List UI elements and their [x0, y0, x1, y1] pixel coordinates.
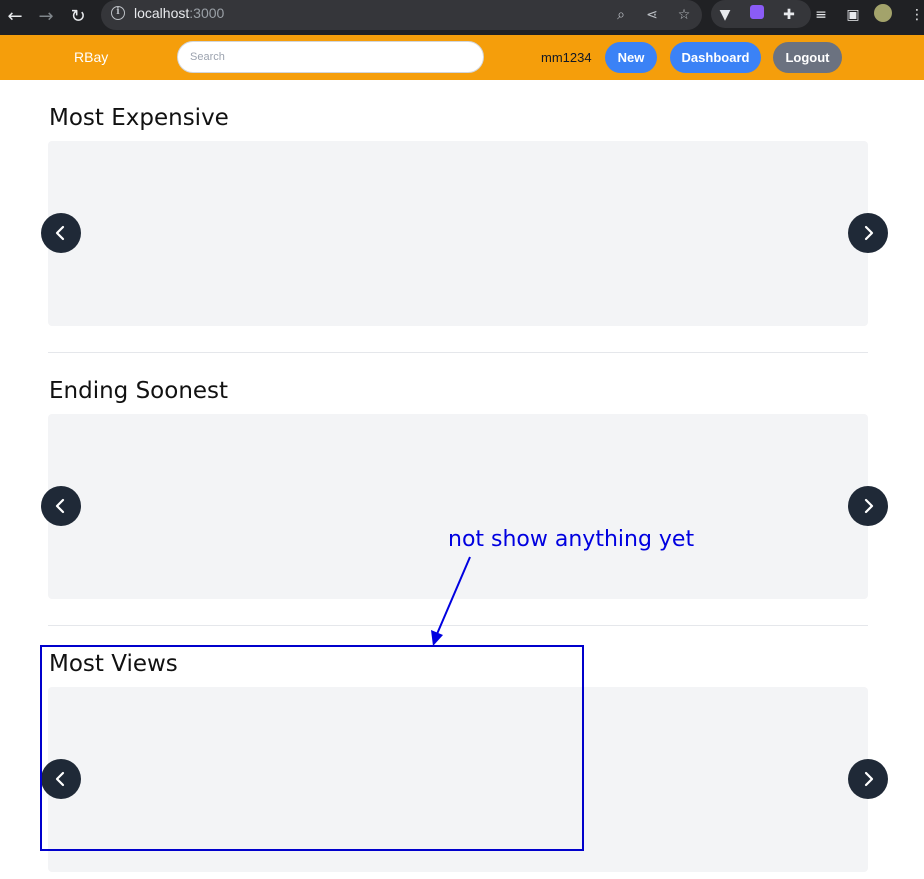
logout-button[interactable]: Logout [773, 42, 842, 73]
chevron-right-icon [864, 771, 874, 787]
carousel-ending-soonest [48, 414, 868, 599]
section-title-most-expensive: Most Expensive [49, 105, 229, 131]
carousel-next-button[interactable] [848, 213, 888, 253]
reload-icon[interactable]: ↻ [66, 5, 90, 29]
chevron-left-icon [55, 225, 65, 241]
vue-devtools-icon[interactable]: ▼ [714, 4, 736, 26]
extensions-group: ▼ ✚ [711, 0, 811, 28]
share-icon[interactable]: ⋖ [642, 5, 662, 25]
annotation-highlight-box [40, 645, 584, 851]
browser-toolbar: ← → ↻ i localhost:3000 ⌕ ⋖ ☆ ▼ ✚ ≡ ▣ ⋮ [0, 0, 924, 35]
carousel-next-button[interactable] [848, 759, 888, 799]
address-url: localhost:3000 [134, 5, 225, 21]
zoom-icon[interactable]: ⌕ [611, 5, 631, 25]
app-navbar: RBay mm1234 New Dashboard Logout [0, 35, 924, 80]
carousel-prev-button[interactable] [41, 213, 81, 253]
dashboard-button[interactable]: Dashboard [670, 42, 761, 73]
puzzle-icon[interactable]: ✚ [778, 4, 800, 26]
carousel-prev-button[interactable] [41, 486, 81, 526]
extension-icon[interactable] [746, 4, 768, 26]
chevron-right-icon [864, 498, 874, 514]
search-input[interactable] [177, 41, 484, 73]
section-divider [48, 352, 868, 353]
bookmark-star-icon[interactable]: ☆ [674, 5, 694, 25]
section-divider [48, 625, 868, 626]
carousel-next-button[interactable] [848, 486, 888, 526]
back-icon[interactable]: ← [3, 5, 27, 29]
menu-kebab-icon[interactable]: ⋮ [906, 4, 924, 26]
chevron-left-icon [55, 498, 65, 514]
brand-link[interactable]: RBay [74, 48, 108, 66]
chevron-right-icon [864, 225, 874, 241]
carousel-most-expensive [48, 141, 868, 326]
forward-icon[interactable]: → [34, 5, 58, 29]
side-panel-icon[interactable]: ▣ [842, 4, 864, 26]
username-label: mm1234 [541, 50, 592, 65]
media-queue-icon[interactable]: ≡ [810, 4, 832, 26]
site-info-icon[interactable]: i [111, 6, 125, 20]
address-bar[interactable]: i localhost:3000 ⌕ ⋖ ☆ [101, 0, 702, 30]
annotation-text: not show anything yet [448, 527, 695, 552]
section-title-ending-soonest: Ending Soonest [49, 378, 229, 404]
new-button[interactable]: New [605, 42, 657, 73]
profile-avatar-icon[interactable] [872, 4, 894, 26]
